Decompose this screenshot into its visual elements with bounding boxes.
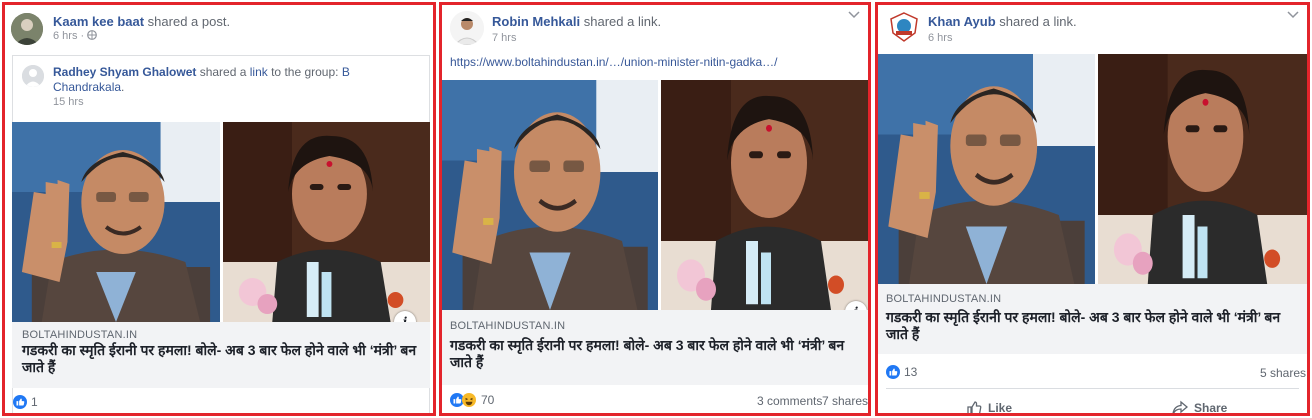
gadkari-photo[interactable] [878, 54, 1095, 284]
author-name[interactable]: Kaam kee baat [53, 14, 144, 29]
shared-text-2: to the group: [267, 65, 342, 79]
shared-author-avatar[interactable] [22, 65, 44, 87]
chevron-down-icon[interactable] [848, 11, 860, 19]
share-label: Share [1194, 401, 1228, 415]
author-name[interactable]: Robin Mehkali [492, 14, 580, 29]
globe-icon [87, 30, 98, 40]
post-card-2: Robin Mehkali shared a link. 7 hrs https… [439, 2, 871, 416]
divider [886, 388, 1299, 389]
author-name[interactable]: Khan Ayub [928, 14, 996, 29]
smriti-photo[interactable] [661, 80, 868, 310]
comment-count[interactable]: 3 comments [757, 394, 822, 408]
post-time[interactable]: 7 hrs [492, 32, 516, 44]
reaction-count: 13 [904, 365, 918, 379]
link-headline[interactable]: गडकरी का स्मृति ईरानी पर हमला! बोले- अब … [22, 342, 422, 376]
header-action: shared a link. [995, 14, 1077, 29]
post-time[interactable]: 6 hrs [928, 32, 952, 44]
group-name-part-2[interactable]: Chandrakala [53, 80, 121, 94]
shared-link-word[interactable]: link [250, 65, 268, 79]
header-action: shared a link. [580, 14, 662, 29]
post-header: Kaam kee baat shared a post. [53, 14, 230, 29]
post-time: 6 hrs · [53, 30, 98, 42]
share-icon [1172, 400, 1188, 413]
gadkari-photo[interactable] [12, 122, 220, 322]
reaction-count: 1 [31, 395, 38, 409]
share-count[interactable]: 5 shares [1260, 366, 1306, 380]
haha-reaction-icon [462, 393, 476, 407]
like-reaction-icon [13, 395, 27, 409]
post-card-3: Khan Ayub shared a link. 6 hrs BOLTAHIND… [875, 2, 1310, 416]
reaction-count: 70 [481, 393, 495, 407]
link-headline[interactable]: गडकरी का स्मृति ईरानी पर हमला! बोले- अब … [450, 337, 860, 371]
link-domain: BOLTAHINDUSTAN.IN [886, 293, 1002, 305]
author-avatar[interactable] [11, 13, 43, 45]
author-avatar[interactable] [450, 11, 484, 45]
reaction-summary[interactable]: 1 [13, 395, 38, 409]
like-icon [967, 401, 982, 413]
post-header: Khan Ayub shared a link. [928, 14, 1077, 29]
shared-time[interactable]: 15 hrs [53, 96, 84, 108]
author-avatar[interactable] [888, 11, 920, 43]
reaction-summary[interactable]: 70 [450, 393, 494, 407]
post-header: Robin Mehkali shared a link. [492, 14, 661, 29]
share-count[interactable]: 7 shares [822, 394, 868, 408]
link-domain: BOLTAHINDUSTAN.IN [22, 329, 138, 341]
group-name-part-1[interactable]: B [342, 65, 350, 79]
shared-text-1: shared a [196, 65, 250, 79]
link-preview[interactable]: BOLTAHINDUSTAN.IN गडकरी का स्मृति ईरानी … [12, 322, 430, 388]
shared-author-name[interactable]: Radhey Shyam Ghalowet [53, 65, 196, 79]
shared-url[interactable]: https://www.boltahindustan.in/…/union-mi… [450, 55, 778, 69]
like-label: Like [988, 401, 1013, 415]
gadkari-photo[interactable] [442, 80, 658, 310]
reaction-summary[interactable]: 13 [886, 365, 917, 379]
header-action: shared a post. [144, 14, 231, 29]
like-button[interactable]: Like [966, 400, 1013, 415]
post-time-text[interactable]: 6 hrs · [53, 30, 87, 42]
link-preview[interactable]: BOLTAHINDUSTAN.IN गडकरी का स्मृति ईरानी … [442, 310, 868, 385]
like-reaction-icon [886, 365, 900, 379]
smriti-photo[interactable] [223, 122, 430, 322]
share-button[interactable]: Share [1172, 400, 1228, 415]
link-domain: BOLTAHINDUSTAN.IN [450, 320, 566, 332]
link-preview[interactable]: BOLTAHINDUSTAN.IN गडकरी का स्मृति ईरानी … [878, 284, 1307, 354]
shared-header-line2: Chandrakala. [53, 80, 124, 94]
chevron-down-icon[interactable] [1287, 11, 1299, 19]
link-headline[interactable]: गडकरी का स्मृति ईरानी पर हमला! बोले- अब … [886, 309, 1296, 343]
group-period: . [121, 80, 125, 94]
post-card-1: Kaam kee baat shared a post. 6 hrs · Rad… [2, 2, 436, 416]
shared-header: Radhey Shyam Ghalowet shared a link to t… [53, 65, 350, 79]
smriti-photo[interactable] [1098, 54, 1307, 284]
